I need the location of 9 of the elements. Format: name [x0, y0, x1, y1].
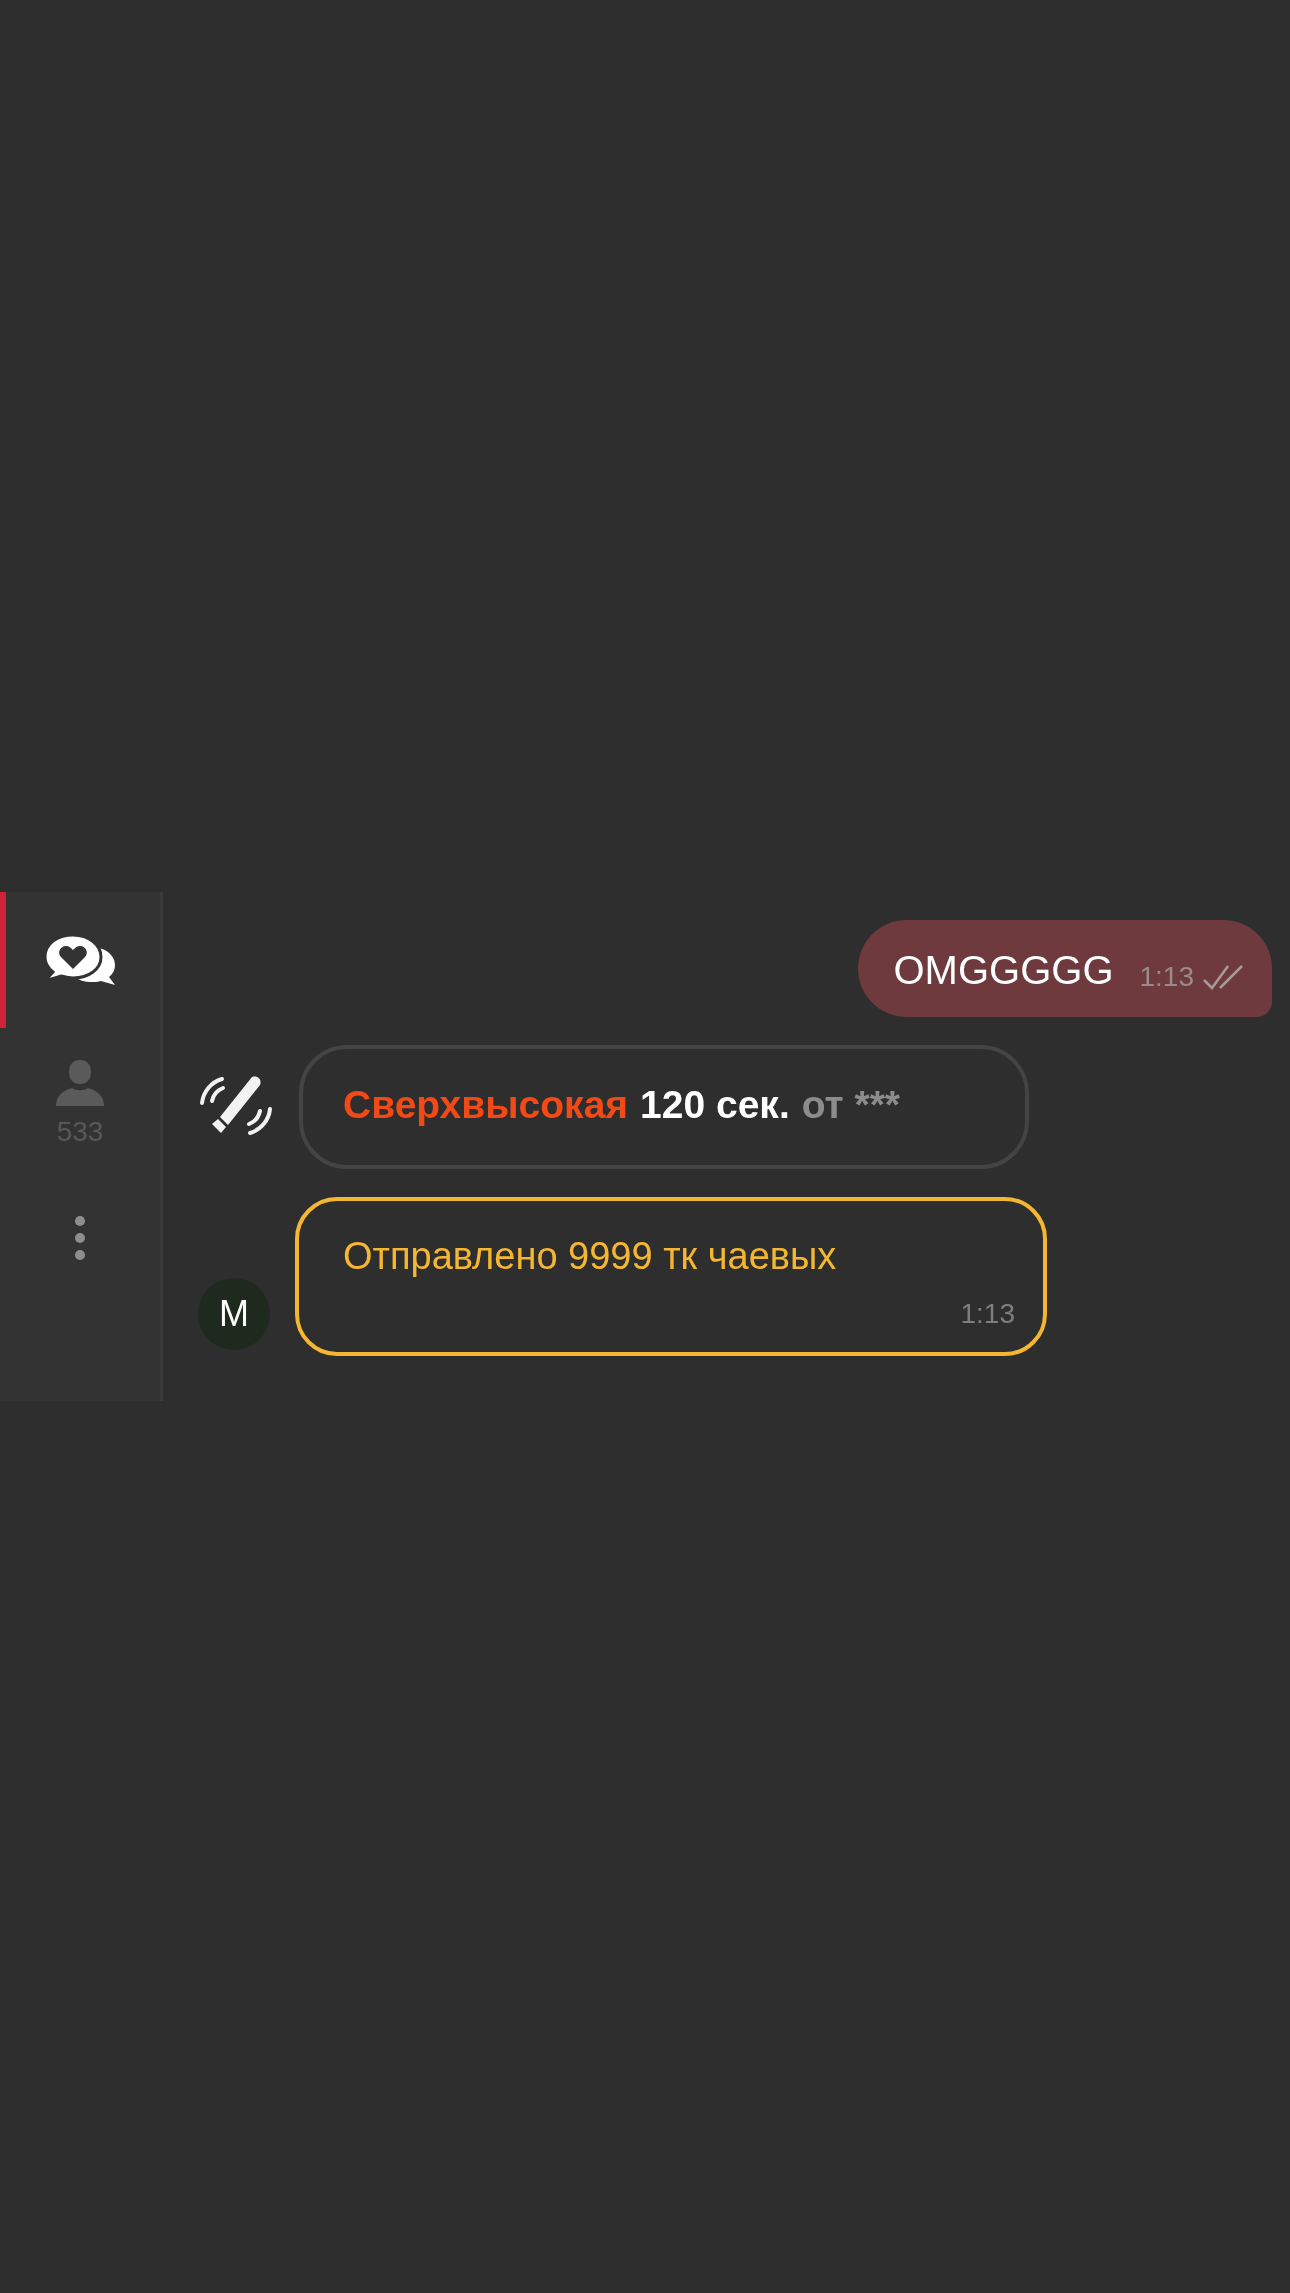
person-icon — [54, 1058, 106, 1106]
message-time: 1:13 — [1139, 961, 1194, 993]
message-time: 1:13 — [960, 1298, 1015, 1330]
vibration-text: Сверхвысокая 120 сек. от *** — [343, 1083, 902, 1127]
tip-text: Отправлено 9999 тк чаевых — [343, 1235, 838, 1278]
avatar: M — [198, 1278, 270, 1350]
chat-heart-icon — [43, 933, 117, 987]
more-icon — [74, 1215, 86, 1261]
message-text: OMGGGGG — [893, 948, 1114, 993]
